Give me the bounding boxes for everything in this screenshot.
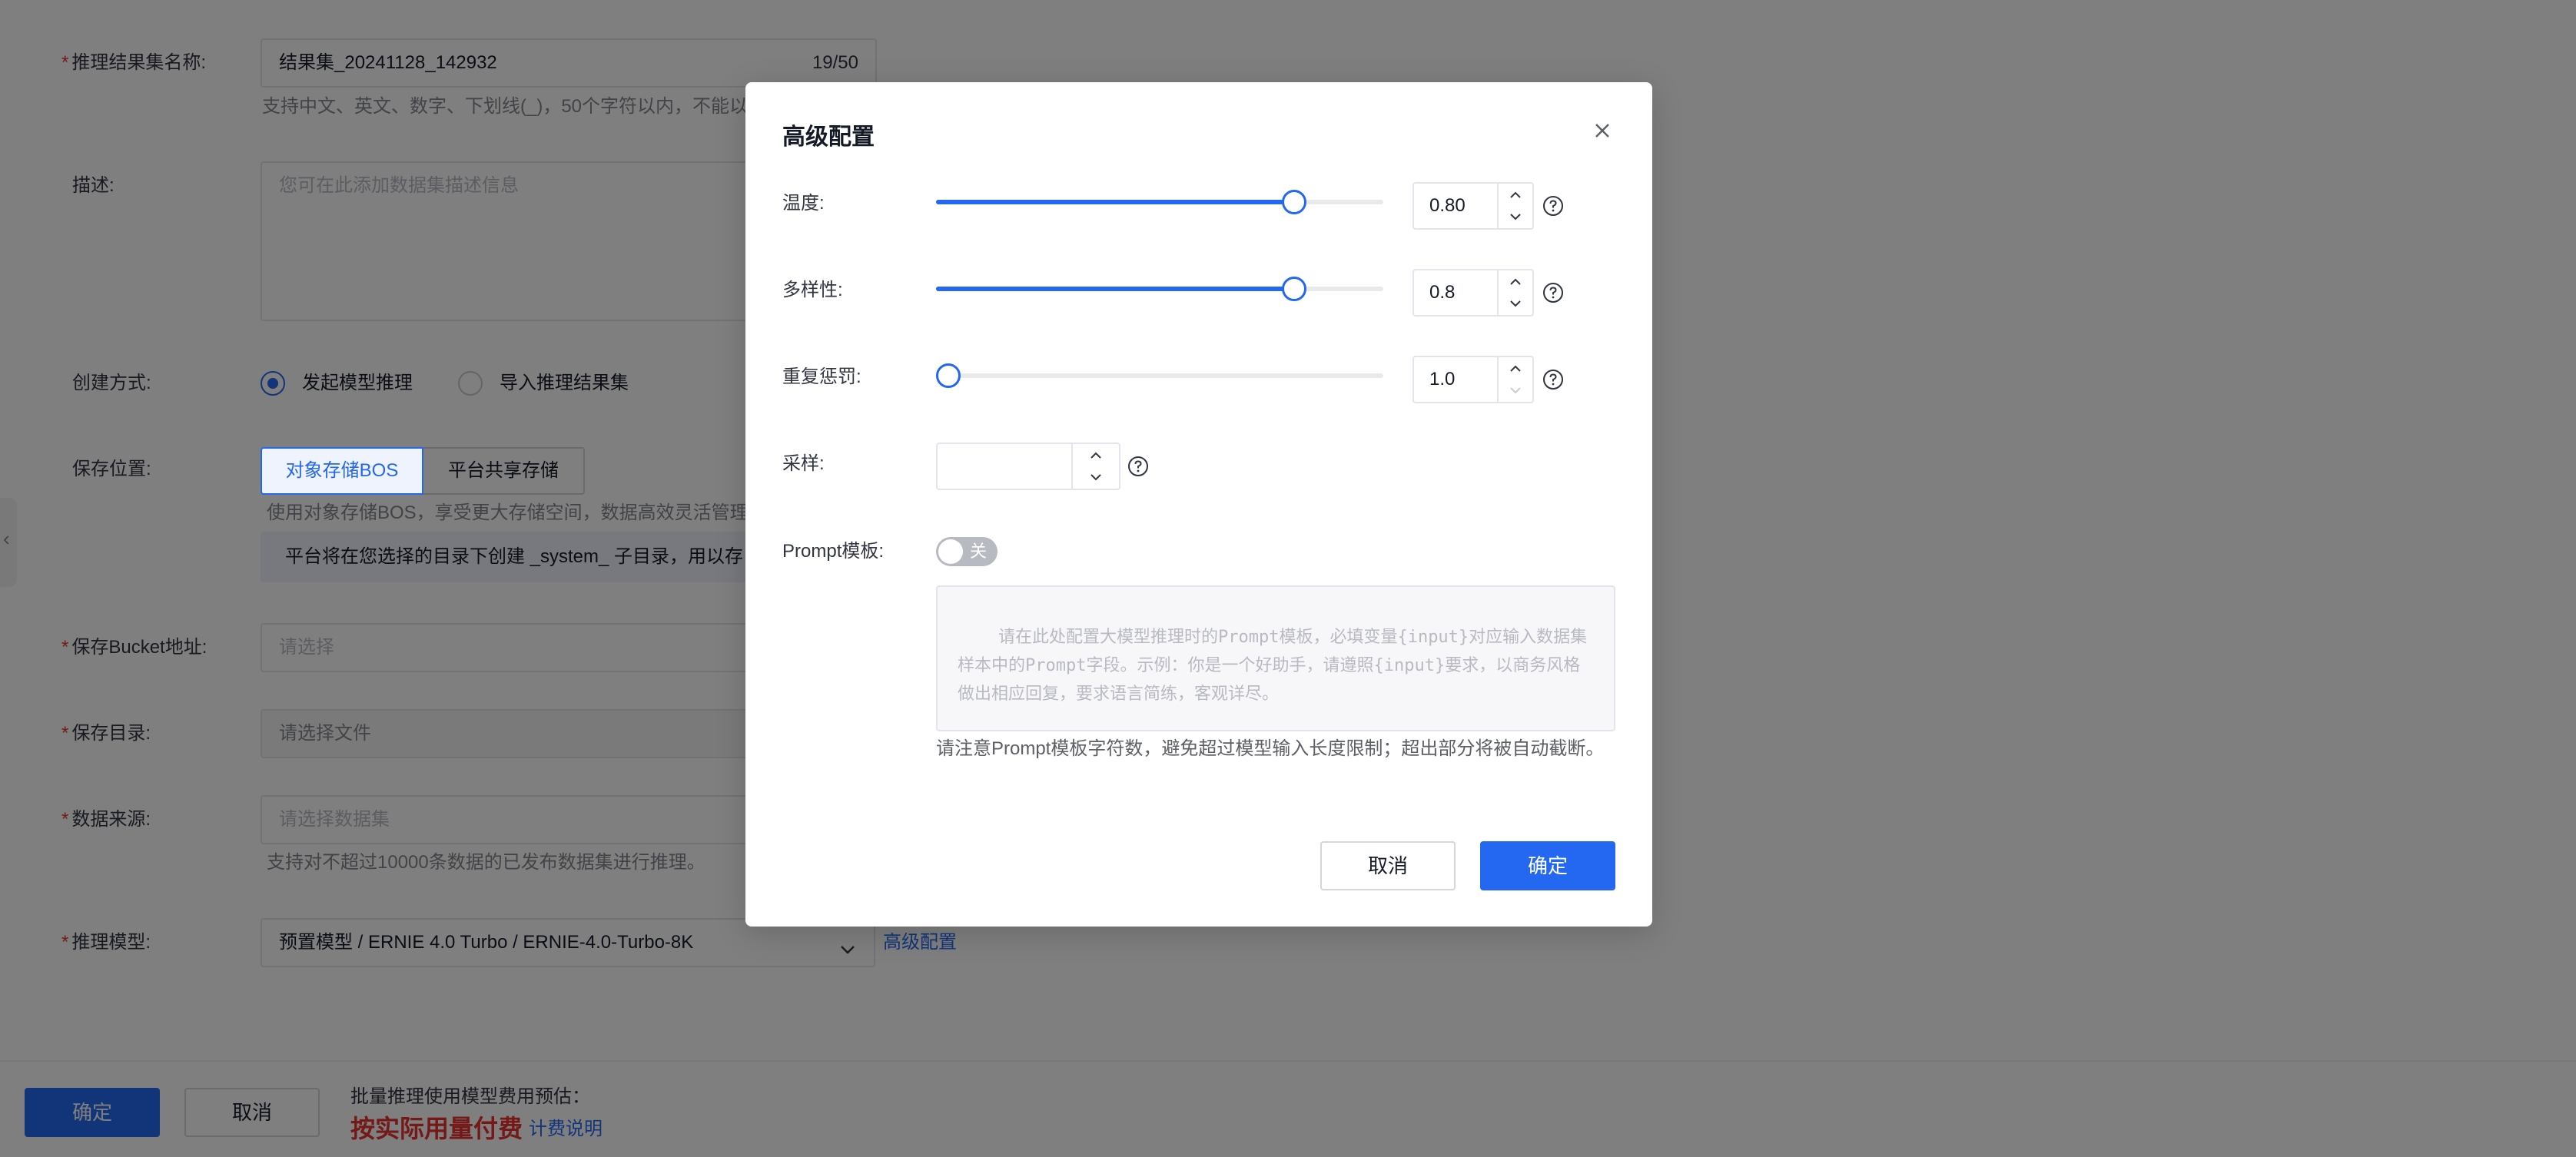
sampling-label: 采样: (782, 453, 825, 474)
repetition-penalty-input[interactable]: 1.0 (1412, 356, 1534, 403)
slider-thumb[interactable] (1281, 277, 1306, 301)
segment-bos[interactable]: 对象存储BOS (261, 447, 423, 495)
dialog-confirm-button[interactable]: 确定 (1480, 841, 1615, 890)
diversity-input[interactable]: 0.8 (1412, 269, 1534, 317)
dialog-cancel-button[interactable]: 取消 (1320, 841, 1456, 890)
toggle-state-label: 关 (970, 542, 988, 561)
prompt-template-label: Prompt模板: (782, 541, 885, 562)
resize-grip-icon[interactable] (1600, 716, 1612, 728)
chevron-up-icon[interactable] (1499, 270, 1532, 293)
diversity-slider[interactable] (936, 270, 1383, 307)
chevron-up-icon[interactable] (1499, 357, 1532, 380)
prompt-template-hint: 请注意Prompt模板字符数，避免超过模型输入长度限制；超出部分将被自动截断。 (936, 738, 1605, 759)
chevron-down-icon[interactable] (1499, 293, 1532, 315)
slider-fill (936, 287, 1294, 291)
dialog-title: 高级配置 (782, 124, 875, 150)
chevron-up-icon[interactable] (1073, 444, 1119, 466)
toggle-knob (938, 539, 963, 564)
slider-thumb[interactable] (936, 363, 961, 388)
diversity-label: 多样性: (782, 280, 843, 300)
question-circle-icon[interactable] (1127, 455, 1150, 478)
slider-fill (936, 200, 1294, 204)
chevron-down-icon[interactable] (1073, 466, 1119, 489)
question-circle-icon[interactable] (1542, 368, 1565, 391)
prompt-template-toggle[interactable]: 关 (936, 537, 998, 566)
slider-thumb[interactable] (1281, 190, 1306, 214)
advanced-config-dialog: 高级配置 温度: 0.80 多样性: 0.8 重复惩罚: 1.0 采样: Pro… (745, 82, 1652, 927)
question-circle-icon[interactable] (1542, 194, 1565, 217)
chevron-down-icon[interactable] (1499, 380, 1532, 402)
repetition-penalty-slider[interactable] (936, 357, 1383, 394)
chevron-up-icon[interactable] (1499, 184, 1532, 206)
close-icon[interactable] (1589, 118, 1615, 144)
temperature-input[interactable]: 0.80 (1412, 182, 1534, 230)
temperature-label: 温度: (782, 193, 825, 214)
temperature-slider[interactable] (936, 184, 1383, 220)
repetition-penalty-label: 重复惩罚: (782, 366, 861, 387)
question-circle-icon[interactable] (1542, 281, 1565, 304)
sampling-input[interactable] (936, 443, 1120, 490)
slider-rail (936, 373, 1383, 378)
chevron-down-icon[interactable] (1499, 206, 1532, 228)
prompt-template-textarea[interactable]: 请在此处配置大模型推理时的Prompt模板，必填变量{input}对应输入数据集… (936, 585, 1615, 731)
